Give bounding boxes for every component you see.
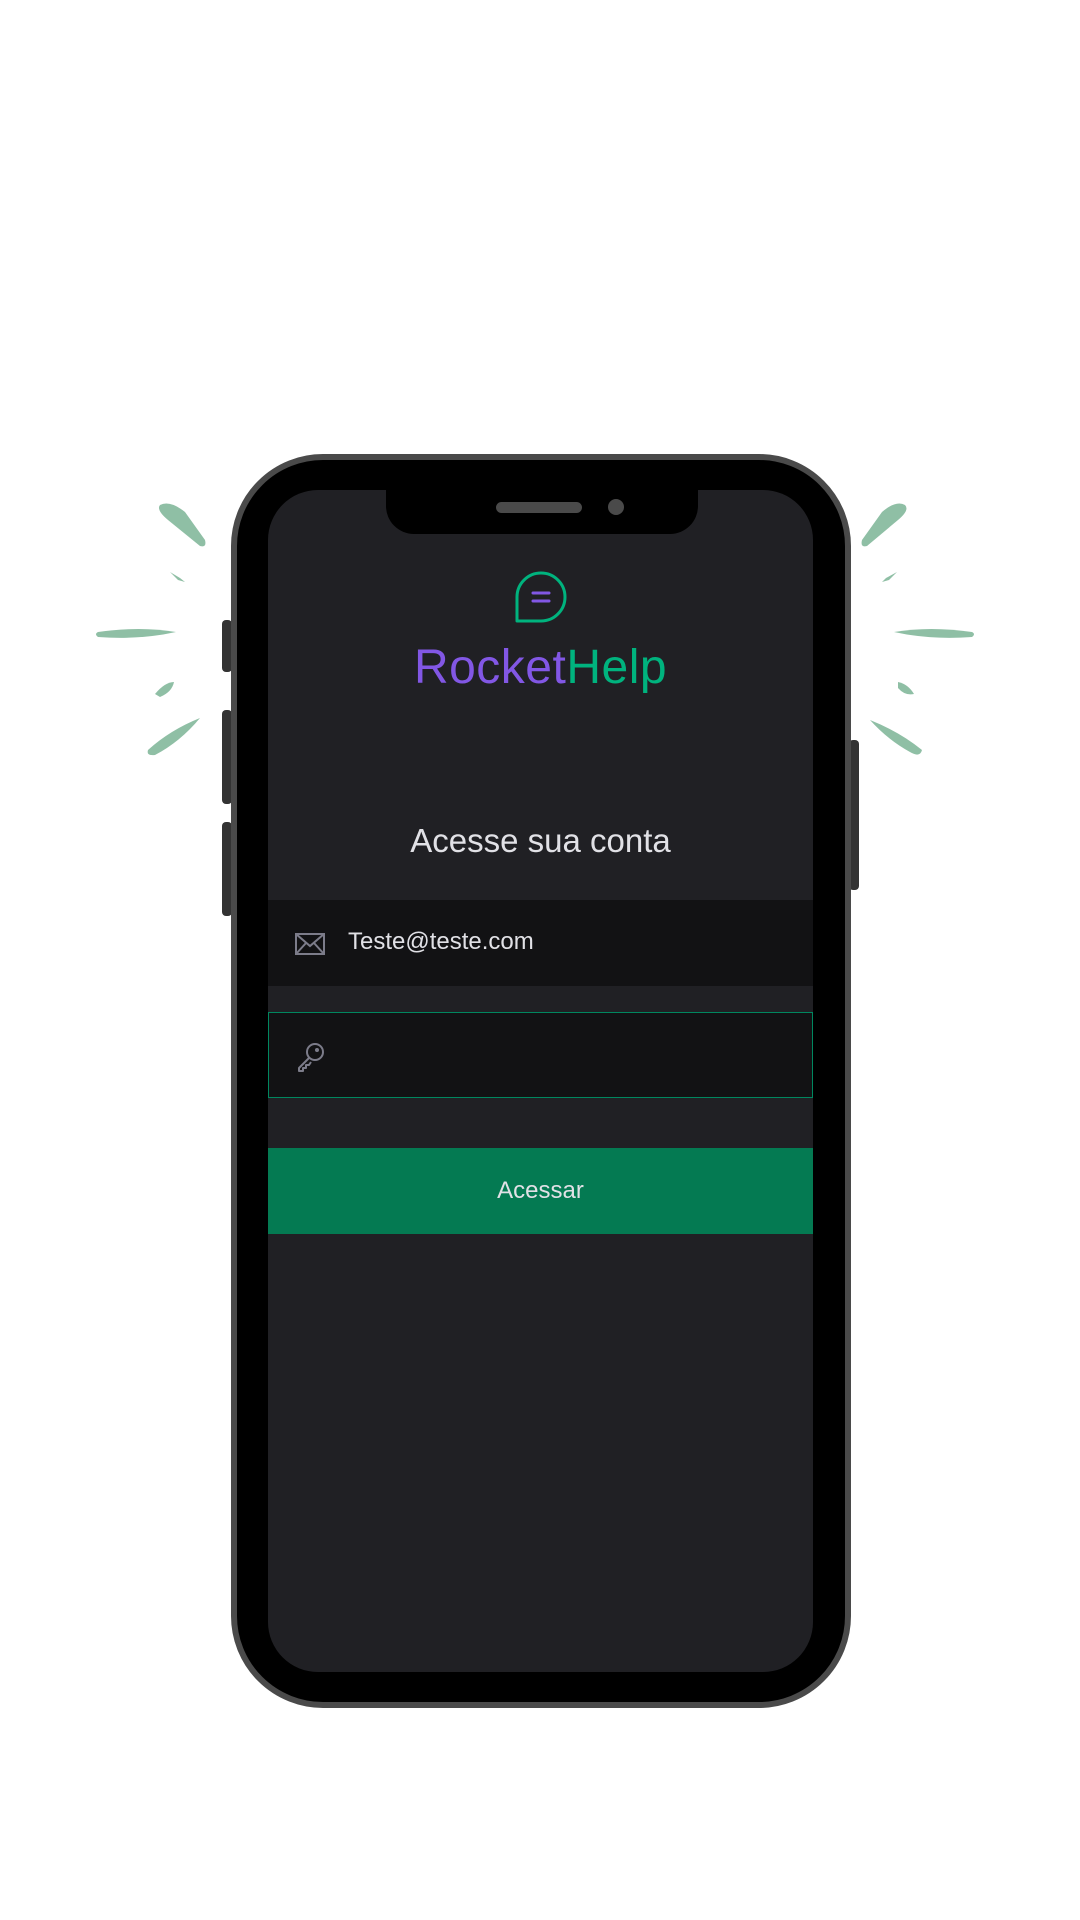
brand-rocket-text: Rocket <box>413 641 567 694</box>
login-button[interactable]: Acessar <box>268 1148 813 1234</box>
key-icon <box>298 1043 324 1072</box>
app-screen: RocketHelp Acesse sua conta Teste@teste.… <box>268 490 813 1672</box>
app-logo-wordmark: RocketHelp <box>268 640 813 695</box>
login-button-label: Acessar <box>497 1177 584 1204</box>
envelope-icon <box>295 933 325 955</box>
chat-bubble-icon <box>515 571 567 623</box>
mockup-stage: RocketHelp Acesse sua conta Teste@teste.… <box>0 0 1080 1920</box>
speaker-grille <box>496 502 582 513</box>
email-field[interactable]: Teste@teste.com <box>268 900 813 986</box>
page-title: Acesse sua conta <box>410 822 671 859</box>
brand-help-text: Help <box>566 641 668 694</box>
phone-notch <box>386 490 698 534</box>
email-input-value[interactable]: Teste@teste.com <box>348 928 534 956</box>
password-field[interactable] <box>268 1012 813 1098</box>
front-camera <box>608 499 624 515</box>
